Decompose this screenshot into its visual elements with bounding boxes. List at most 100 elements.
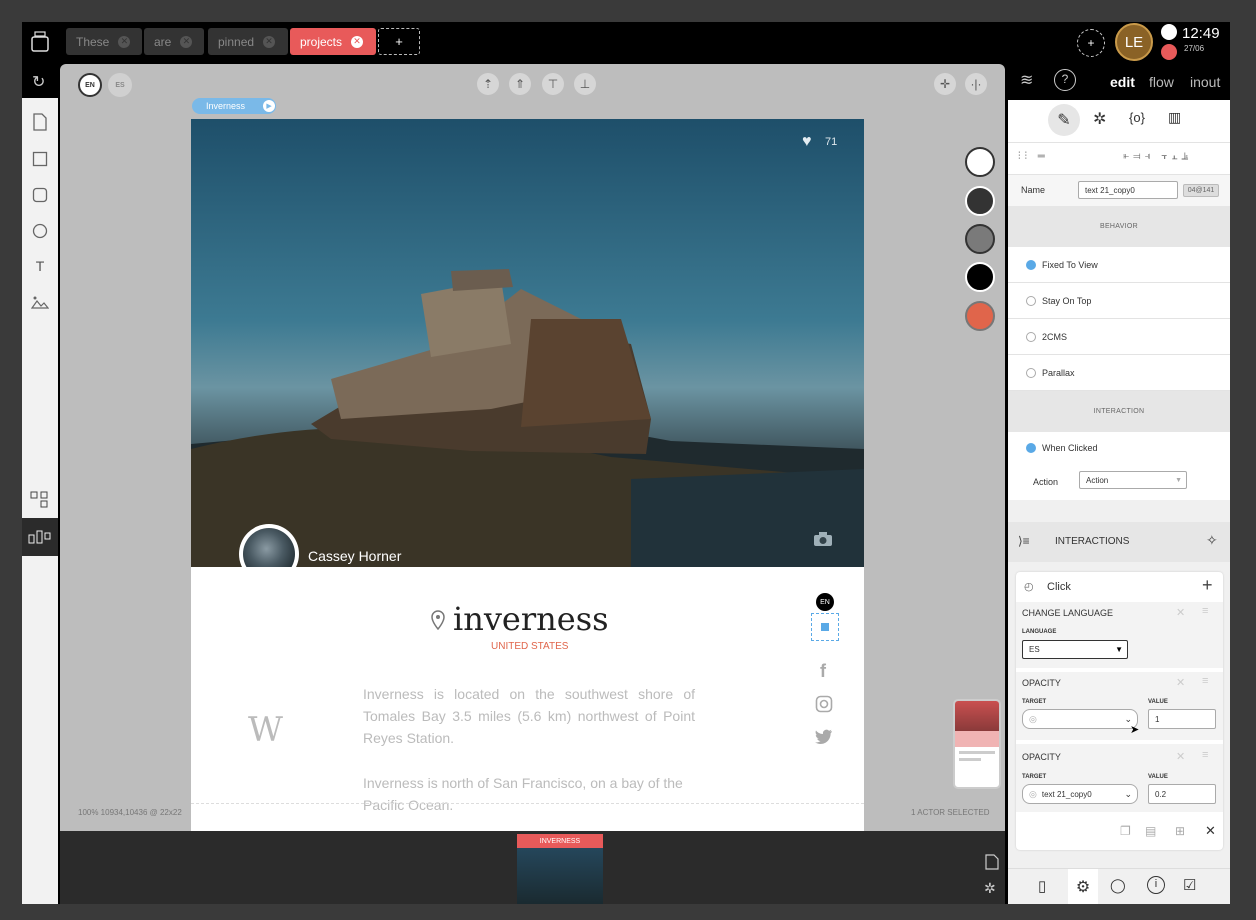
- send-back-icon[interactable]: ⊥: [574, 73, 596, 95]
- instagram-icon[interactable]: [815, 695, 833, 718]
- twitter-icon[interactable]: [815, 729, 833, 749]
- settings-icon[interactable]: ⚙: [1068, 869, 1098, 904]
- text-tool-icon[interactable]: T: [30, 256, 50, 276]
- tab-projects[interactable]: projects ✕: [290, 28, 376, 55]
- drag-handle-icon[interactable]: ≡: [1202, 749, 1208, 761]
- facebook-icon[interactable]: f: [820, 661, 826, 682]
- move-up-icon[interactable]: ⇑: [509, 73, 531, 95]
- components-icon[interactable]: [30, 490, 50, 510]
- bring-front-icon[interactable]: ⊤: [542, 73, 564, 95]
- close-icon[interactable]: ✕: [1176, 676, 1185, 689]
- rectangle-tool-icon[interactable]: [30, 149, 50, 169]
- crosshair-icon[interactable]: ✛: [934, 73, 956, 95]
- eye-icon[interactable]: ◯: [1110, 877, 1126, 894]
- swatch-dark-gray[interactable]: [965, 186, 995, 216]
- duplicate-icon[interactable]: ⊞: [1175, 824, 1185, 838]
- close-icon[interactable]: ✕: [1176, 750, 1185, 763]
- paste-icon[interactable]: ▤: [1145, 824, 1156, 838]
- info-icon[interactable]: i: [1147, 876, 1165, 894]
- radio-icon[interactable]: [1026, 367, 1036, 378]
- layout-tool-selected[interactable]: [22, 518, 58, 556]
- ellipse-tool-icon[interactable]: [30, 221, 50, 241]
- snap-icon[interactable]: ·|·: [965, 73, 987, 95]
- tab-are[interactable]: are ✕: [144, 28, 204, 55]
- behavior-fixed-to-view[interactable]: Fixed To View: [1008, 247, 1230, 283]
- swatch-gray[interactable]: [965, 224, 995, 254]
- close-card-icon[interactable]: ✕: [1205, 823, 1216, 839]
- layers-doc-icon[interactable]: ▯: [1038, 877, 1046, 895]
- close-icon[interactable]: ✕: [180, 35, 193, 48]
- heart-icon[interactable]: ♥: [802, 133, 812, 151]
- lang-marker[interactable]: EN: [816, 593, 834, 611]
- selection-handles[interactable]: [811, 613, 839, 641]
- help-icon[interactable]: ?: [1054, 69, 1076, 91]
- play-icon[interactable]: ▶: [263, 100, 276, 112]
- align-icons[interactable]: ⫶⫶ ═ ⫦⫤⫣ ⫟⫠⫡: [1018, 151, 1192, 162]
- language-select[interactable]: ES ▼: [1022, 640, 1128, 659]
- close-icon[interactable]: ✕: [263, 35, 276, 48]
- tab-pinned[interactable]: pinned ✕: [208, 28, 288, 55]
- layers-icon[interactable]: ≋: [1020, 70, 1033, 90]
- checklist-icon[interactable]: ☑: [1183, 876, 1196, 894]
- alert-icon[interactable]: [1161, 44, 1177, 60]
- opacity-value-input[interactable]: 1: [1148, 709, 1216, 729]
- close-icon[interactable]: ✕: [118, 35, 131, 48]
- when-clicked-option[interactable]: When Clicked: [1008, 432, 1230, 464]
- align-top-icon[interactable]: ⇡: [477, 73, 499, 95]
- paragraph-1[interactable]: Inverness is located on the southwest sh…: [363, 683, 695, 749]
- card-title[interactable]: inverness: [453, 600, 609, 638]
- lang-es-toggle[interactable]: ES: [108, 73, 132, 97]
- mode-edit[interactable]: edit: [1110, 74, 1135, 90]
- image-tool-icon[interactable]: [30, 292, 50, 312]
- close-icon[interactable]: ✕: [351, 35, 364, 48]
- filmstrip-thumb[interactable]: INVERNESS: [517, 834, 603, 904]
- radio-icon[interactable]: [1026, 331, 1036, 342]
- tab-these[interactable]: These ✕: [66, 28, 142, 55]
- close-icon[interactable]: ✕: [1176, 606, 1185, 619]
- action-select[interactable]: Action ▼: [1079, 471, 1187, 489]
- hero-image[interactable]: ♥ 71 Cassey Horner: [191, 119, 864, 567]
- behavior-2cms[interactable]: 2CMS: [1008, 319, 1230, 355]
- swatch-white[interactable]: [965, 147, 995, 177]
- add-action-icon[interactable]: +: [1202, 575, 1213, 596]
- notification-icon[interactable]: [1161, 24, 1177, 40]
- lang-en-toggle[interactable]: EN: [78, 73, 102, 97]
- puzzle-icon[interactable]: ✲: [984, 880, 996, 897]
- new-tab-button[interactable]: +: [378, 28, 420, 55]
- collapse-list-icon[interactable]: ⟩≡: [1018, 534, 1030, 548]
- page-badge[interactable]: Inverness ▶: [192, 98, 276, 114]
- name-input[interactable]: text 21_copy0: [1078, 181, 1178, 199]
- page-tool-icon[interactable]: [30, 112, 50, 132]
- swatch-black[interactable]: [965, 262, 995, 292]
- check-icon[interactable]: [1026, 443, 1036, 453]
- wikipedia-icon[interactable]: W: [248, 710, 283, 750]
- target-select[interactable]: ◎ text 21_copy0 ⌄: [1022, 784, 1138, 804]
- add-circle-icon[interactable]: +: [1077, 29, 1105, 57]
- mode-inout[interactable]: inout: [1190, 74, 1220, 90]
- chart-icon[interactable]: ▥: [1168, 109, 1181, 126]
- brush-icon-active[interactable]: ✎: [1048, 104, 1080, 136]
- refresh-icon[interactable]: ↻: [32, 72, 45, 92]
- camera-icon[interactable]: [813, 531, 833, 552]
- avatar[interactable]: LE: [1115, 23, 1153, 61]
- rounded-rect-tool-icon[interactable]: [30, 185, 50, 205]
- paragraph-2[interactable]: Inverness is north of San Francisco, on …: [363, 772, 695, 816]
- swatch-orange[interactable]: [965, 301, 995, 331]
- puzzle-tool-icon[interactable]: ✲: [1093, 109, 1106, 129]
- projects-icon[interactable]: [30, 29, 50, 53]
- check-icon[interactable]: [1026, 259, 1036, 270]
- drag-handle-icon[interactable]: ≡: [1202, 675, 1208, 687]
- target-select[interactable]: ◎ ⌄: [1022, 709, 1138, 729]
- behavior-stay-on-top[interactable]: Stay On Top: [1008, 283, 1230, 319]
- drag-handle-icon[interactable]: ≡: [1202, 605, 1208, 617]
- radio-icon[interactable]: [1026, 295, 1036, 306]
- mini-preview[interactable]: [953, 699, 1001, 789]
- page-icon[interactable]: [985, 854, 999, 875]
- behavior-parallax[interactable]: Parallax: [1008, 355, 1230, 391]
- magic-add-icon[interactable]: ✧: [1206, 532, 1218, 549]
- code-icon[interactable]: {o}: [1129, 110, 1145, 125]
- opacity-value-input[interactable]: 0.2: [1148, 784, 1216, 804]
- card-subtitle[interactable]: UNITED STATES: [491, 641, 568, 652]
- mode-flow[interactable]: flow: [1149, 74, 1174, 90]
- copy-icon[interactable]: ❐: [1120, 824, 1131, 838]
